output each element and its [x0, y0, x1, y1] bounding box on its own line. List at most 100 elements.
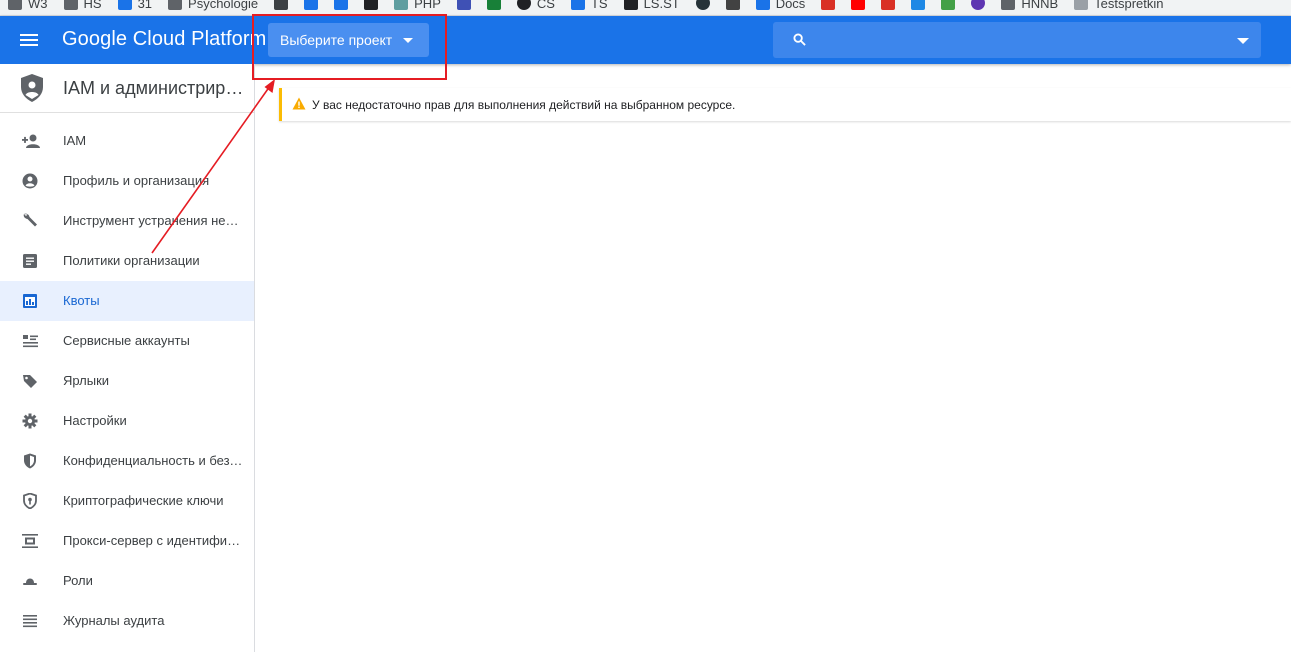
- search-dropdown-icon[interactable]: [1237, 38, 1249, 44]
- bookmark-item[interactable]: Docs: [748, 0, 814, 11]
- sidebar-item-label: Конфиденциальность и безопасность: [63, 453, 243, 468]
- bookmark-item[interactable]: W3: [0, 0, 56, 11]
- label-icon: [23, 375, 37, 388]
- sidebar-item-label: Криптографические ключи: [63, 493, 224, 508]
- calendar-icon: [117, 0, 132, 10]
- sidebar-item-quotas[interactable]: Квоты: [0, 281, 254, 321]
- hat-icon: [23, 578, 37, 585]
- bookmark-icon: [364, 0, 379, 10]
- bookmark-item[interactable]: [933, 0, 963, 10]
- bookmark-item[interactable]: [873, 0, 903, 10]
- folder-icon: [168, 0, 183, 10]
- brand-title[interactable]: Google Cloud Platform: [62, 28, 266, 51]
- sidebar-item-org-policies[interactable]: Политики организации: [0, 241, 254, 281]
- folder-icon: [63, 0, 78, 10]
- sidebar-header: IAM и администрирование: [0, 64, 254, 113]
- service-account-icon: [23, 335, 38, 348]
- bookmark-item[interactable]: HNNB: [993, 0, 1066, 11]
- bookmark-icon: [941, 0, 956, 10]
- sidebar-title: IAM и администрирование: [63, 78, 251, 98]
- sidebar-item-identity-proxy[interactable]: Прокси-сервер с идентификацией: [0, 521, 254, 561]
- bookmark-item[interactable]: [688, 0, 718, 10]
- bookmark-item[interactable]: [843, 0, 873, 10]
- sidebar-item-labels[interactable]: Ярлыки: [0, 361, 254, 401]
- bookmark-item[interactable]: LS.ST: [616, 0, 688, 11]
- list-icon: [23, 615, 37, 628]
- key-shield-icon: [23, 493, 37, 509]
- bookmark-item[interactable]: Psychologie: [160, 0, 266, 11]
- sidebar-nav: IAM Профиль и организация Инструмент уст…: [0, 121, 254, 641]
- bookmark-item[interactable]: 31: [110, 0, 160, 11]
- bookmark-icon: [456, 0, 471, 10]
- sidebar-item-label: Ярлыки: [63, 373, 110, 388]
- account-circle-icon: [22, 173, 38, 189]
- search-input[interactable]: [773, 22, 1261, 58]
- bookmark-icon: [881, 0, 896, 10]
- bookmark-item[interactable]: [266, 0, 296, 10]
- bookmark-icon: [304, 0, 319, 10]
- sidebar-item-service-accounts[interactable]: Сервисные аккаунты: [0, 321, 254, 361]
- bookmarks-bar: W3 HS 31 Psychologie PHP CS TS LS.ST Doc…: [0, 0, 1291, 16]
- bookmark-icon: [623, 0, 638, 10]
- bookmark-item[interactable]: [813, 0, 843, 10]
- permission-warning-banner: У вас недостаточно прав для выполнения д…: [279, 88, 1291, 121]
- bookmark-item[interactable]: [963, 0, 993, 10]
- bookmark-item[interactable]: HS: [56, 0, 110, 11]
- shield-icon: [24, 453, 36, 469]
- sidebar-item-privacy-security[interactable]: Конфиденциальность и безопасность: [0, 441, 254, 481]
- sidebar-item-troubleshooter[interactable]: Инструмент устранения неполадок: [0, 201, 254, 241]
- bookmark-icon: [695, 0, 710, 10]
- sidebar-item-label: IAM: [63, 133, 87, 148]
- document-icon: [23, 254, 37, 268]
- sidebar-item-label: Политики организации: [63, 253, 200, 268]
- sidebar-item-roles[interactable]: Роли: [0, 561, 254, 601]
- bookmark-icon: [394, 0, 409, 10]
- sidebar-item-label: Сервисные аккаунты: [63, 333, 190, 348]
- sidebar-item-crypto-keys[interactable]: Криптографические ключи: [0, 481, 254, 521]
- wrench-icon: [23, 213, 37, 227]
- bookmark-item[interactable]: [903, 0, 933, 10]
- sidebar-item-label: Квоты: [63, 293, 100, 308]
- iam-shield-icon: [21, 74, 43, 102]
- annotation-highlight-box: [252, 14, 447, 80]
- bookmark-item[interactable]: [449, 0, 479, 10]
- sidebar-item-label: Настройки: [63, 413, 127, 428]
- person-add-icon: [22, 134, 40, 148]
- sidebar: IAM и администрирование IAM Профиль и ор…: [0, 64, 255, 652]
- bookmark-icon: [821, 0, 836, 10]
- app-header: Google Cloud Platform Выберите проект: [0, 16, 1291, 64]
- sidebar-item-profile[interactable]: Профиль и организация: [0, 161, 254, 201]
- warning-text: У вас недостаточно прав для выполнения д…: [312, 98, 736, 112]
- bookmark-item[interactable]: TS: [563, 0, 616, 11]
- folder-icon: [1001, 0, 1016, 10]
- bookmark-item[interactable]: [326, 0, 356, 10]
- proxy-icon: [22, 534, 38, 548]
- quota-icon: [23, 294, 37, 308]
- sidebar-item-audit-logs[interactable]: Журналы аудита: [0, 601, 254, 641]
- bookmark-icon: [274, 0, 289, 10]
- gear-icon: [22, 413, 38, 429]
- bookmark-icon: [755, 0, 770, 10]
- sidebar-item-label: Профиль и организация: [63, 173, 210, 188]
- bookmark-icon: [334, 0, 349, 10]
- sidebar-item-settings[interactable]: Настройки: [0, 401, 254, 441]
- bookmark-item[interactable]: [356, 0, 386, 10]
- bookmark-icon: [1074, 0, 1089, 10]
- github-icon: [516, 0, 531, 10]
- bookmark-item[interactable]: Testspretkin: [1066, 0, 1171, 11]
- bookmark-item[interactable]: CS: [509, 0, 563, 11]
- sidebar-item-label: Инструмент устранения неполадок: [63, 213, 243, 228]
- bookmark-icon: [911, 0, 926, 10]
- bookmark-item[interactable]: [718, 0, 748, 10]
- bookmark-item[interactable]: PHP: [386, 0, 449, 11]
- bookmark-icon: [486, 0, 501, 10]
- bookmark-item[interactable]: [296, 0, 326, 10]
- youtube-icon: [851, 0, 866, 10]
- sidebar-item-label: Прокси-сервер с идентификацией: [63, 533, 243, 548]
- sidebar-item-iam[interactable]: IAM: [0, 121, 254, 161]
- menu-icon[interactable]: [20, 32, 40, 48]
- bookmark-item[interactable]: [479, 0, 509, 10]
- folder-icon: [8, 0, 22, 10]
- bookmark-icon: [971, 0, 986, 10]
- bookmark-icon: [570, 0, 585, 10]
